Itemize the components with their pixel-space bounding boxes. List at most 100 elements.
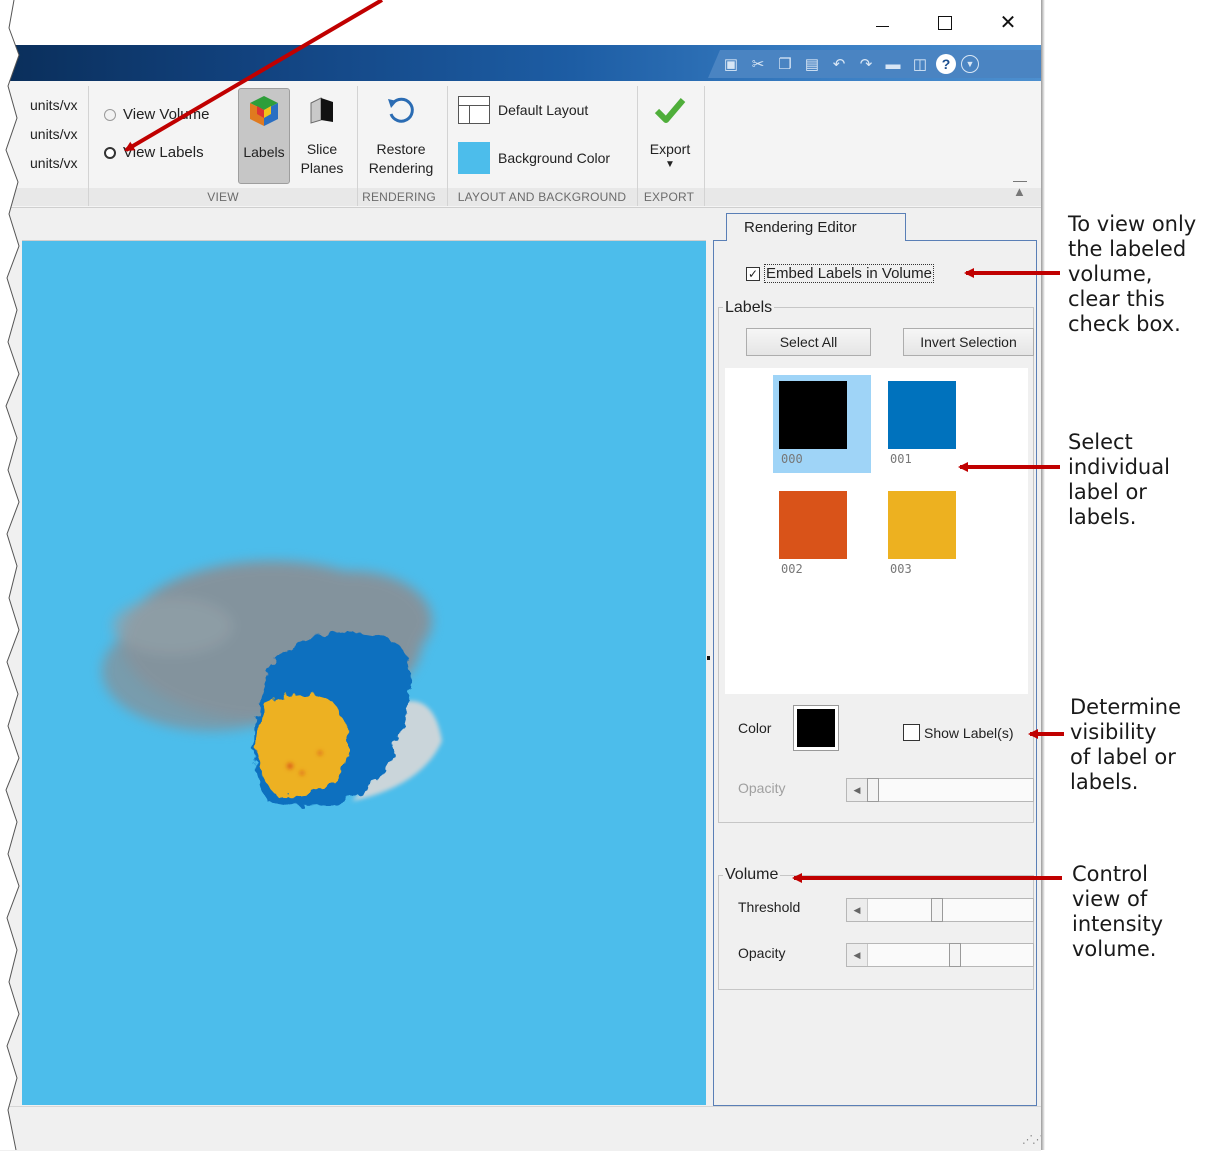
section-divider (88, 86, 89, 206)
section-label-rendering: RENDERING (362, 190, 436, 204)
label-opacity-slider[interactable]: ◀ (846, 778, 1034, 802)
restore-rendering-label: Restore Rendering (368, 141, 434, 176)
window-shadow (1041, 0, 1045, 1150)
label-list[interactable]: 000 001 002 003 (725, 368, 1028, 694)
radio-label: View Volume (123, 106, 210, 123)
checkbox-indicator: ✓ (746, 266, 760, 281)
undo-icon[interactable]: ↶ (828, 53, 850, 75)
save-icon[interactable]: ▣ (720, 53, 742, 75)
tab-rendering-editor[interactable]: Rendering Editor (726, 213, 906, 241)
label-id: 000 (781, 452, 803, 466)
default-layout-button[interactable]: Default Layout (458, 96, 588, 124)
volume-group (718, 875, 1034, 990)
units-label: units/vx (30, 126, 78, 142)
slider-left-arrow-icon[interactable]: ◀ (847, 944, 868, 966)
label-tile-003[interactable]: 003 (882, 485, 980, 583)
volume-opacity-label: Opacity (738, 945, 786, 961)
resize-grip-icon[interactable]: ⋰⋰ (1022, 1133, 1043, 1146)
cube-icon (246, 93, 282, 129)
cut-icon[interactable]: ✂ (747, 53, 769, 75)
collapse-toolstrip-icon[interactable]: ▲ (1013, 184, 1026, 199)
viewer-top-strip (22, 212, 706, 241)
radio-view-labels[interactable]: View Labels (104, 144, 204, 161)
label-id: 003 (890, 562, 912, 576)
paste-icon[interactable]: ▤ (801, 53, 823, 75)
threshold-label: Threshold (738, 899, 801, 915)
collapse-bar (1013, 181, 1027, 182)
maximize-icon (938, 16, 952, 30)
layout-icon (458, 96, 490, 124)
section-label-view: VIEW (207, 190, 239, 204)
embed-labels-checkbox[interactable]: ✓ Embed Labels in Volume (746, 264, 934, 283)
minimize-button[interactable] (859, 6, 905, 40)
units-label: units/vx (30, 155, 78, 171)
status-bar (0, 1106, 1041, 1151)
annotation-visibility: Determine visibility of label or labels. (1070, 695, 1182, 794)
close-button[interactable]: ✕ (985, 6, 1031, 40)
checkmark-icon (652, 92, 688, 128)
slider-thumb[interactable] (867, 778, 879, 802)
label-swatch (779, 381, 847, 449)
radio-view-volume[interactable]: View Volume (104, 106, 209, 123)
slider-thumb[interactable] (949, 943, 961, 967)
title-bar: ✕ (0, 0, 1041, 45)
copy-icon[interactable]: ❐ (774, 53, 796, 75)
window-icon[interactable]: ◫ (909, 53, 931, 75)
volume-viewer-canvas[interactable] (22, 241, 706, 1105)
color-label: Color (738, 720, 772, 736)
slice-planes-icon (304, 92, 340, 128)
redo-icon[interactable]: ↷ (855, 53, 877, 75)
label-swatch (779, 491, 847, 559)
splitter-handle[interactable] (707, 656, 710, 660)
background-color-label: Background Color (498, 150, 611, 166)
label-tile-000[interactable]: 000 (773, 375, 871, 473)
restore-icon (383, 92, 419, 128)
show-labels-checkbox[interactable]: Show Label(s) (903, 724, 1014, 741)
label-color-picker[interactable] (793, 705, 839, 751)
slider-left-arrow-icon[interactable]: ◀ (847, 779, 868, 801)
slice-planes-button[interactable]: Slice Planes (296, 92, 348, 184)
radio-indicator (104, 146, 116, 159)
default-layout-label: Default Layout (498, 102, 589, 118)
export-button[interactable]: Export ▼ (642, 92, 698, 184)
maximize-button[interactable] (922, 6, 968, 40)
show-labels-label: Show Label(s) (924, 724, 1014, 741)
label-id: 002 (781, 562, 803, 576)
label-swatch (888, 381, 956, 449)
background-color-button[interactable]: Background Color (458, 142, 610, 174)
section-divider (357, 86, 358, 206)
label-tile-002[interactable]: 002 (773, 485, 871, 583)
slider-thumb[interactable] (931, 898, 943, 922)
labels-button[interactable]: Labels (238, 88, 290, 184)
label-opacity-label: Opacity (738, 780, 786, 796)
print-icon[interactable]: ▬ (882, 53, 904, 75)
more-icon[interactable]: ▼ (961, 55, 979, 73)
section-label-layout: LAYOUT AND BACKGROUND (457, 190, 627, 204)
slider-left-arrow-icon[interactable]: ◀ (847, 899, 868, 921)
help-icon[interactable]: ? (936, 54, 956, 74)
label-tile-001[interactable]: 001 (882, 375, 980, 473)
minimize-icon (875, 25, 889, 27)
select-all-label: Select All (779, 334, 838, 350)
export-label: Export (649, 141, 691, 157)
volume-opacity-slider[interactable]: ◀ (846, 943, 1034, 967)
section-label-export: EXPORT (643, 190, 695, 204)
label-swatch (888, 491, 956, 559)
invert-selection-button[interactable]: Invert Selection (903, 328, 1034, 356)
annotation-volume: Control view of intensity volume. (1072, 862, 1164, 961)
select-all-button[interactable]: Select All (746, 328, 871, 356)
quick-access-toolbar: ▣ ✂ ❐ ▤ ↶ ↷ ▬ ◫ ? ▼ (708, 50, 1041, 78)
threshold-slider[interactable]: ◀ (846, 898, 1034, 922)
slice-planes-label: Slice Planes (300, 141, 344, 176)
annotation-embed: To view only the labeled volume, clear t… (1068, 212, 1197, 336)
radio-label: View Labels (123, 144, 204, 161)
section-divider (447, 86, 448, 206)
labels-button-label: Labels (243, 144, 285, 160)
background-swatch (458, 142, 490, 174)
restore-rendering-button[interactable]: Restore Rendering (362, 92, 440, 184)
label-id: 001 (890, 452, 912, 466)
color-swatch (797, 709, 835, 747)
radio-indicator (104, 108, 116, 121)
volume-render (102, 561, 442, 806)
labels-group-title: Labels (723, 299, 775, 317)
